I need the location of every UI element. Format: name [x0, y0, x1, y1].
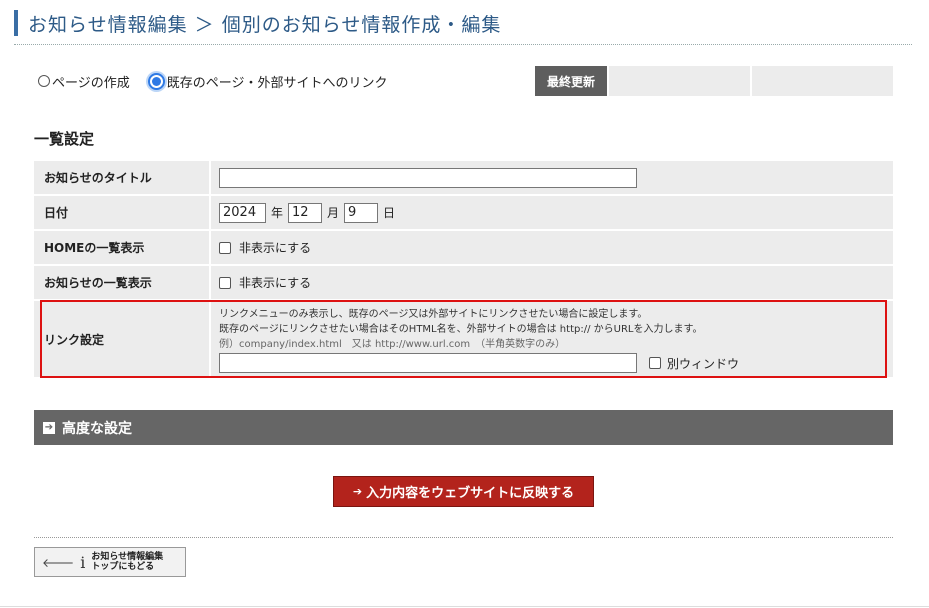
day-unit: 日	[383, 206, 396, 220]
date-label: 日付	[34, 196, 209, 229]
submit-button[interactable]: ➔ 入力内容をウェブサイトに反映する	[333, 476, 594, 507]
year-input[interactable]: 2024	[219, 202, 266, 223]
home-display-cell: 非表示にする	[211, 231, 893, 264]
month-input[interactable]: 12	[288, 202, 323, 223]
month-unit: 月	[327, 206, 340, 220]
date-cell: 2024 年 12 月 9 日	[211, 196, 893, 229]
news-display-cell: 非表示にする	[211, 266, 893, 299]
home-display-row: HOMEの一覧表示 非表示にする	[34, 231, 893, 264]
submit-label: 入力内容をウェブサイトに反映する	[366, 486, 575, 501]
back-to-top-button[interactable]: 🡐 i お知らせ情報編集 トップにもどる	[34, 547, 186, 577]
info-icon: i	[80, 552, 86, 572]
back-label-line2: トップにもどる	[91, 562, 155, 572]
back-label-line1: お知らせ情報編集	[91, 552, 164, 562]
page-header: お知らせ情報編集 ＞ 個別のお知らせ情報作成・編集	[14, 10, 501, 36]
title-input[interactable]	[219, 167, 637, 188]
page-bottom-border	[0, 606, 929, 607]
day-input[interactable]: 9	[344, 202, 379, 223]
last-updated-cell	[752, 66, 893, 96]
title-divider	[14, 44, 912, 45]
home-hide-label[interactable]: 非表示にする	[239, 239, 311, 256]
mode-selector: ページの作成 既存のページ・外部サイトへのリンク	[38, 68, 388, 94]
title-accent-bar	[14, 10, 18, 36]
news-display-row: お知らせの一覧表示 非表示にする	[34, 266, 893, 299]
year-unit: 年	[271, 206, 284, 220]
home-display-label: HOMEの一覧表示	[34, 231, 209, 264]
last-updated-label: 最終更新	[535, 66, 607, 96]
news-hide-checkbox[interactable]	[219, 276, 231, 289]
arrow-right-icon: ➔	[43, 421, 55, 434]
last-updated-cell	[609, 66, 750, 96]
radio-link-existing[interactable]	[147, 72, 165, 90]
home-hide-checkbox[interactable]	[219, 241, 231, 254]
arrow-right-icon: ➔	[352, 485, 363, 498]
list-settings-heading: 一覧設定	[34, 130, 95, 148]
page-title: お知らせ情報編集 ＞ 個別のお知らせ情報作成・編集	[28, 13, 502, 36]
radio-link-existing-label[interactable]: 既存のページ・外部サイトへのリンク	[167, 72, 388, 91]
bottom-divider	[34, 537, 893, 538]
title-label: お知らせのタイトル	[34, 161, 209, 194]
link-settings-highlight	[40, 300, 887, 378]
arrow-left-icon: 🡐	[42, 555, 75, 570]
radio-create-page-label[interactable]: ページの作成	[52, 72, 130, 91]
title-row: お知らせのタイトル	[34, 161, 893, 194]
back-label: お知らせ情報編集 トップにもどる	[91, 552, 163, 572]
last-updated: 最終更新	[535, 66, 893, 96]
title-cell	[211, 161, 893, 194]
news-hide-label[interactable]: 非表示にする	[239, 274, 311, 291]
date-row: 日付 2024 年 12 月 9 日	[34, 196, 893, 229]
advanced-settings-toggle[interactable]: ➔ 高度な設定	[34, 410, 893, 445]
advanced-settings-label: 高度な設定	[62, 420, 132, 437]
radio-create-page[interactable]	[38, 75, 50, 87]
news-display-label: お知らせの一覧表示	[34, 266, 209, 299]
